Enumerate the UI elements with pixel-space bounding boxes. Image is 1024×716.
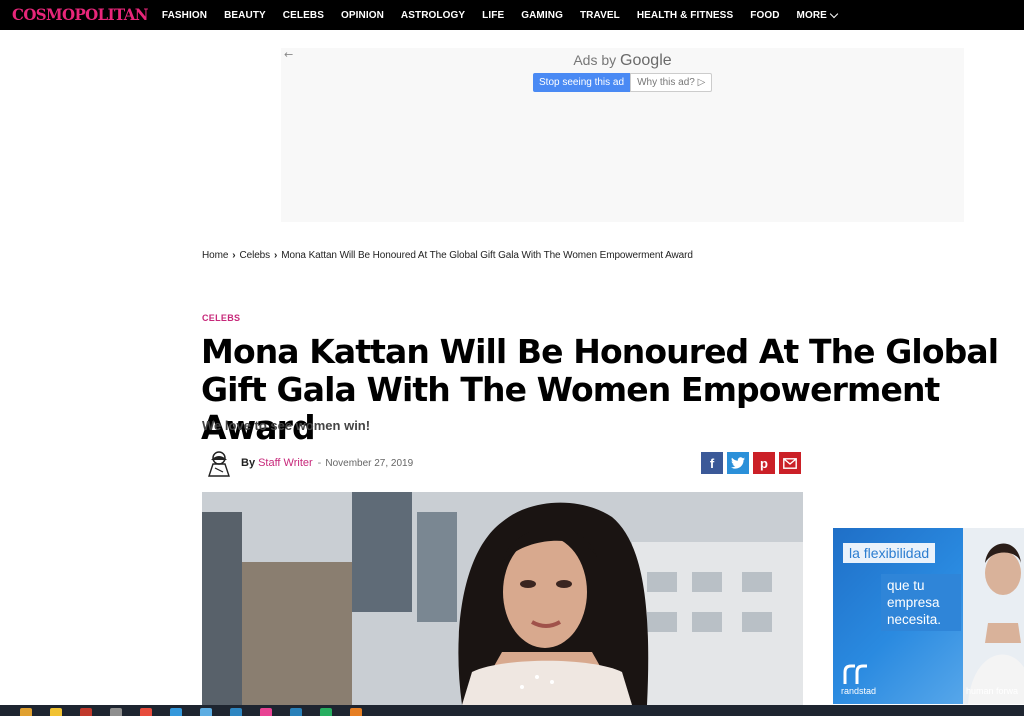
publish-date: November 27, 2019: [325, 457, 414, 469]
pinterest-share-button[interactable]: p: [753, 452, 775, 474]
ad-person-image: [963, 528, 1024, 704]
ad-feedback-buttons: Stop seeing this ad Why this ad? ▷: [533, 73, 713, 92]
taskbar-app-icon[interactable]: [110, 708, 122, 716]
byline: By Staff Writer - November 27, 2019: [205, 448, 413, 478]
taskbar-app-icon[interactable]: [320, 708, 332, 716]
side-ad[interactable]: la flexibilidad que tu empresa necesita.…: [833, 528, 1024, 704]
by-label: By: [241, 457, 256, 469]
taskbar-app-icon[interactable]: [230, 708, 242, 716]
article-hero-image: [202, 492, 803, 705]
facebook-share-button[interactable]: f: [701, 452, 723, 474]
byline-dash: -: [317, 457, 322, 469]
ad-message: que tu empresa necesita.: [881, 574, 961, 631]
author-link[interactable]: Staff Writer: [258, 457, 313, 469]
email-icon: [783, 457, 797, 469]
site-logo[interactable]: COSMOPOLITAN: [12, 6, 149, 25]
taskbar-app-icon[interactable]: [50, 708, 62, 716]
breadcrumb: Home › Celebs › Mona Kattan Will Be Hono…: [202, 250, 693, 261]
taskbar-app-icon[interactable]: [170, 708, 182, 716]
chevron-down-icon: [829, 9, 839, 18]
top-navigation: COSMOPOLITAN FASHION BEAUTY CELEBS OPINI…: [0, 0, 1024, 30]
pinterest-icon: p: [760, 455, 768, 471]
nav-food[interactable]: FOOD: [750, 10, 779, 21]
taskbar-app-icon[interactable]: [140, 708, 152, 716]
twitter-share-button[interactable]: t: [727, 452, 749, 474]
ads-by-google: Ads by Google: [281, 52, 964, 70]
breadcrumb-separator-icon: ›: [232, 250, 236, 261]
taskbar-app-icon[interactable]: [20, 708, 32, 716]
nav-opinion[interactable]: OPINION: [341, 10, 384, 21]
randstad-logo-icon: [843, 664, 867, 684]
ads-by-label: Ads by: [573, 52, 617, 68]
stop-seeing-ad-button[interactable]: Stop seeing this ad: [533, 73, 631, 92]
nav-astrology[interactable]: ASTROLOGY: [401, 10, 465, 21]
google-label: Google: [620, 52, 672, 69]
breadcrumb-separator-icon: ›: [274, 250, 278, 261]
nav-fashion[interactable]: FASHION: [162, 10, 207, 21]
nav-health-fitness[interactable]: HEALTH & FITNESS: [637, 10, 733, 21]
breadcrumb-current: Mona Kattan Will Be Honoured At The Glob…: [281, 250, 693, 261]
nav-celebs[interactable]: CELEBS: [283, 10, 324, 21]
os-taskbar: [0, 705, 1024, 716]
ad-slogan: human forwa: [966, 686, 1019, 696]
ad-brand: randstad: [841, 686, 877, 696]
article-subtitle: We love to see women win!: [202, 418, 371, 433]
email-share-button[interactable]: ✉: [779, 452, 801, 474]
facebook-icon: f: [709, 455, 715, 471]
breadcrumb-section[interactable]: Celebs: [240, 250, 271, 261]
nav-life[interactable]: LIFE: [482, 10, 504, 21]
taskbar-app-icon[interactable]: [260, 708, 272, 716]
article-category[interactable]: CELEBS: [202, 313, 240, 323]
twitter-icon: [731, 457, 745, 469]
ad-banner: ← Ads by Google Stop seeing this ad Why …: [281, 48, 964, 222]
nav-more[interactable]: MORE: [796, 9, 839, 21]
taskbar-app-icon[interactable]: [350, 708, 362, 716]
share-buttons: f t p ✉: [701, 452, 801, 474]
taskbar-app-icon[interactable]: [200, 708, 212, 716]
nav-more-label: MORE: [796, 9, 827, 21]
ad-tagline: la flexibilidad: [843, 543, 936, 563]
breadcrumb-home[interactable]: Home: [202, 250, 228, 261]
why-this-ad-button[interactable]: Why this ad? ▷: [630, 73, 713, 92]
taskbar-app-icon[interactable]: [290, 708, 302, 716]
hero-photo: [202, 492, 803, 705]
taskbar-app-icon[interactable]: [80, 708, 92, 716]
author-avatar-icon: [208, 451, 230, 477]
nav-beauty[interactable]: BEAUTY: [224, 10, 266, 21]
nav-travel[interactable]: TRAVEL: [580, 10, 620, 21]
nav-gaming[interactable]: GAMING: [521, 10, 563, 21]
